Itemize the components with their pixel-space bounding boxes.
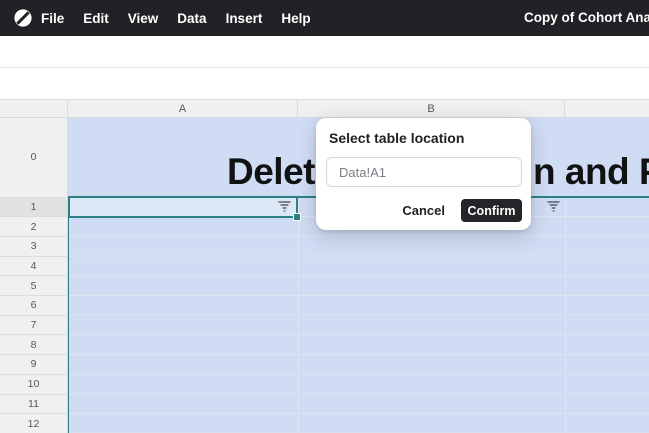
filter-icon[interactable] <box>547 201 560 212</box>
menu-bar: File Edit View Data Insert Help <box>41 11 311 26</box>
active-cell-a1[interactable] <box>68 196 298 218</box>
app-logo-icon[interactable] <box>13 8 33 28</box>
row-header-3[interactable]: 3 <box>0 236 67 256</box>
dialog-actions: Cancel Confirm <box>402 199 522 222</box>
sheet-title-fragment-left: Delet <box>227 153 315 190</box>
table-location-input[interactable] <box>326 157 522 187</box>
row-header-2[interactable]: 2 <box>0 216 67 236</box>
sheet-title-fragment-right: n and Pa <box>533 153 649 190</box>
filter-icon[interactable] <box>278 201 291 212</box>
row-header-6[interactable]: 6 <box>0 295 67 315</box>
menu-data[interactable]: Data <box>177 11 206 26</box>
row-header-9[interactable]: 9 <box>0 354 67 374</box>
column-header-a[interactable]: A <box>68 100 298 118</box>
dialog-title: Select table location <box>329 130 464 146</box>
menu-view[interactable]: View <box>128 11 159 26</box>
row-header-10[interactable]: 10 <box>0 374 67 394</box>
row-header-12[interactable]: 12 <box>0 413 67 433</box>
spreadsheet-app: File Edit View Data Insert Help Copy of … <box>0 0 649 433</box>
document-title[interactable]: Copy of Cohort Analysi <box>524 0 649 36</box>
column-header-c[interactable] <box>565 100 649 118</box>
select-all-corner[interactable] <box>0 100 68 118</box>
row-header-0[interactable]: 0 <box>0 118 67 197</box>
fill-handle[interactable] <box>293 213 301 221</box>
formatting-toolbar: B I U - 13 + A <box>0 36 649 68</box>
column-gridline <box>565 196 566 433</box>
menu-file[interactable]: File <box>41 11 64 26</box>
column-header-b[interactable]: B <box>298 100 565 118</box>
select-table-location-dialog: Select table location Cancel Confirm <box>316 118 531 230</box>
cancel-button[interactable]: Cancel <box>402 203 445 218</box>
row-header-1[interactable]: 1 <box>0 197 67 217</box>
row-header-column: 0 1 2 3 4 5 6 7 8 9 10 11 12 <box>0 118 68 433</box>
formula-bar: A1 fx <box>0 68 649 100</box>
row-header-4[interactable]: 4 <box>0 256 67 276</box>
menu-edit[interactable]: Edit <box>83 11 109 26</box>
confirm-button[interactable]: Confirm <box>461 199 522 222</box>
top-menu-bar: File Edit View Data Insert Help Copy of … <box>0 0 649 36</box>
menu-insert[interactable]: Insert <box>226 11 263 26</box>
row-header-7[interactable]: 7 <box>0 315 67 335</box>
row-header-11[interactable]: 11 <box>0 394 67 414</box>
menu-help[interactable]: Help <box>281 11 310 26</box>
row-gridlines <box>68 216 649 433</box>
column-gridline <box>298 196 299 433</box>
row-header-8[interactable]: 8 <box>0 334 67 354</box>
row-header-5[interactable]: 5 <box>0 275 67 295</box>
